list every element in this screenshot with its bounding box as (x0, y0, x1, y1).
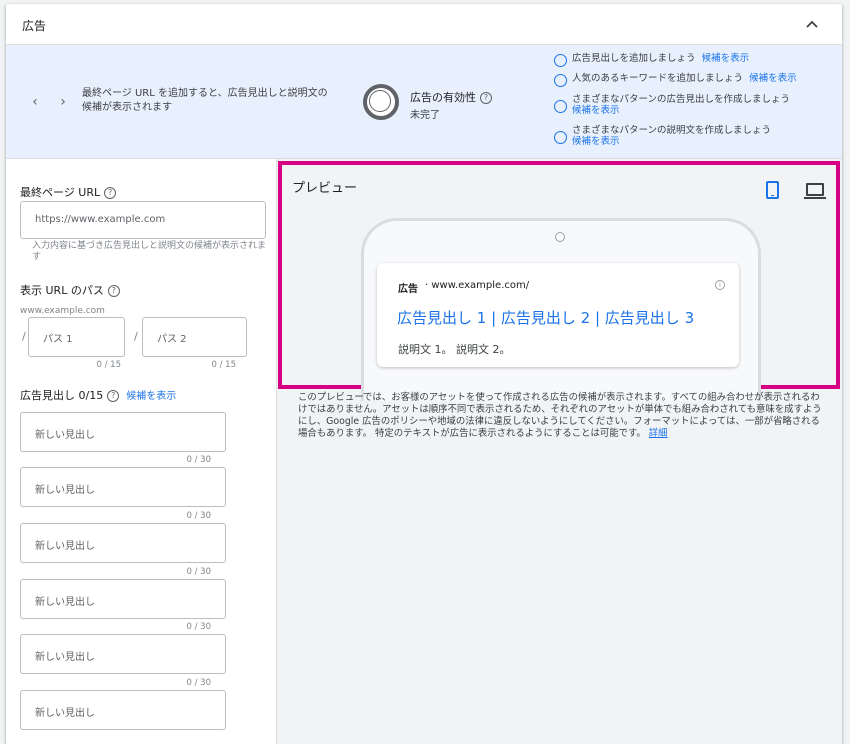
headline-input[interactable]: 新しい見出し (20, 467, 226, 507)
section-title: 広告 (22, 19, 47, 33)
chevron-right-icon[interactable]: › (56, 94, 70, 110)
mobile-icon[interactable] (766, 181, 779, 199)
path2-counter: 0 / 15 (211, 360, 237, 370)
help-icon[interactable]: ? (107, 285, 120, 297)
info-icon[interactable]: i (715, 280, 725, 290)
final-url-input[interactable]: https://www.example.com (20, 201, 266, 239)
final-url-hint: 入力内容に基づき広告見出しと説明文の候補が表示されます (32, 241, 267, 262)
ad-strength-status: 未完了 (410, 110, 440, 121)
radio-circle-icon[interactable] (554, 131, 567, 144)
help-icon[interactable]: ? (107, 390, 120, 402)
headline-input[interactable]: 新しい見出し (20, 523, 226, 563)
preview-title: プレビュー (292, 181, 358, 196)
show-suggestions-link[interactable]: 候補を表示 (702, 53, 750, 64)
ad-preview-card: 広告 · www.example.com/ i 広告見出し 1 | 広告見出し … (377, 263, 739, 367)
path-separator: / (22, 330, 26, 343)
section-header[interactable]: 広告 (6, 4, 842, 45)
headlines-label: 広告見出し 0/15? 候補を表示 (20, 389, 177, 402)
help-icon[interactable]: ? (104, 187, 117, 199)
path1-input[interactable]: パス 1 (28, 317, 125, 357)
ad-strength-label: 広告の有効性? (410, 89, 492, 105)
final-url-label: 最終ページ URL? (20, 184, 117, 200)
path2-input[interactable]: パス 2 (142, 317, 247, 357)
ad-display-url: · www.example.com/ (425, 280, 530, 291)
headline-counter: 0 / 30 (186, 455, 212, 465)
path-separator: / (134, 330, 138, 343)
phone-frame: 広告 · www.example.com/ i 広告見出し 1 | 広告見出し … (361, 218, 761, 401)
ad-strength-banner: ‹ › 最終ページ URL を追加すると、広告見出しと説明文の候補が表示されます… (6, 45, 842, 159)
ad-form-panel: 最終ページ URL? https://www.example.com 入力内容に… (6, 159, 277, 744)
learn-more-link[interactable]: 詳細 (649, 428, 668, 439)
headline-counter: 0 / 30 (186, 511, 212, 521)
chevron-left-icon[interactable]: ‹ (28, 94, 42, 110)
headlines-suggestions-link[interactable]: 候補を表示 (126, 391, 176, 402)
chevron-up-icon[interactable] (802, 14, 822, 34)
ad-strength-ring (363, 84, 399, 120)
headline-input[interactable]: 新しい見出し (20, 690, 226, 730)
display-domain: www.example.com (20, 306, 105, 316)
radio-circle-icon[interactable] (554, 54, 567, 67)
path1-counter: 0 / 15 (96, 360, 122, 370)
headline-counter: 0 / 30 (186, 622, 212, 632)
radio-circle-icon[interactable] (554, 100, 567, 113)
headline-input[interactable]: 新しい見出し (20, 412, 226, 452)
headline-counter: 0 / 30 (186, 567, 212, 577)
headline-input[interactable]: 新しい見出し (20, 634, 226, 674)
ad-description: 説明文 1。 説明文 2。 (398, 343, 511, 356)
headline-counter: 0 / 30 (186, 678, 212, 688)
headline-input[interactable]: 新しい見出し (20, 579, 226, 619)
display-path-label: 表示 URL のパス? (20, 282, 120, 298)
show-suggestions-link[interactable]: 候補を表示 (749, 73, 797, 84)
desktop-icon[interactable] (804, 183, 826, 199)
camera-icon (555, 232, 565, 242)
preview-highlight: プレビュー 広告 · www.example.com/ i 広告見出し 1 | … (278, 161, 840, 401)
show-suggestions-link[interactable]: 候補を表示 (572, 105, 620, 116)
ad-tag: 広告 (398, 284, 418, 295)
radio-circle-icon[interactable] (554, 74, 567, 87)
show-suggestions-link[interactable]: 候補を表示 (572, 136, 620, 147)
help-icon[interactable]: ? (480, 92, 492, 104)
preview-disclaimer: このプレビューでは、お客様のアセットを使って作成される広告の候補が表示されます。… (298, 392, 822, 439)
ad-headline: 広告見出し 1 | 広告見出し 2 | 広告見出し 3 (397, 309, 695, 327)
banner-message: 最終ページ URL を追加すると、広告見出しと説明文の候補が表示されます (82, 88, 328, 113)
